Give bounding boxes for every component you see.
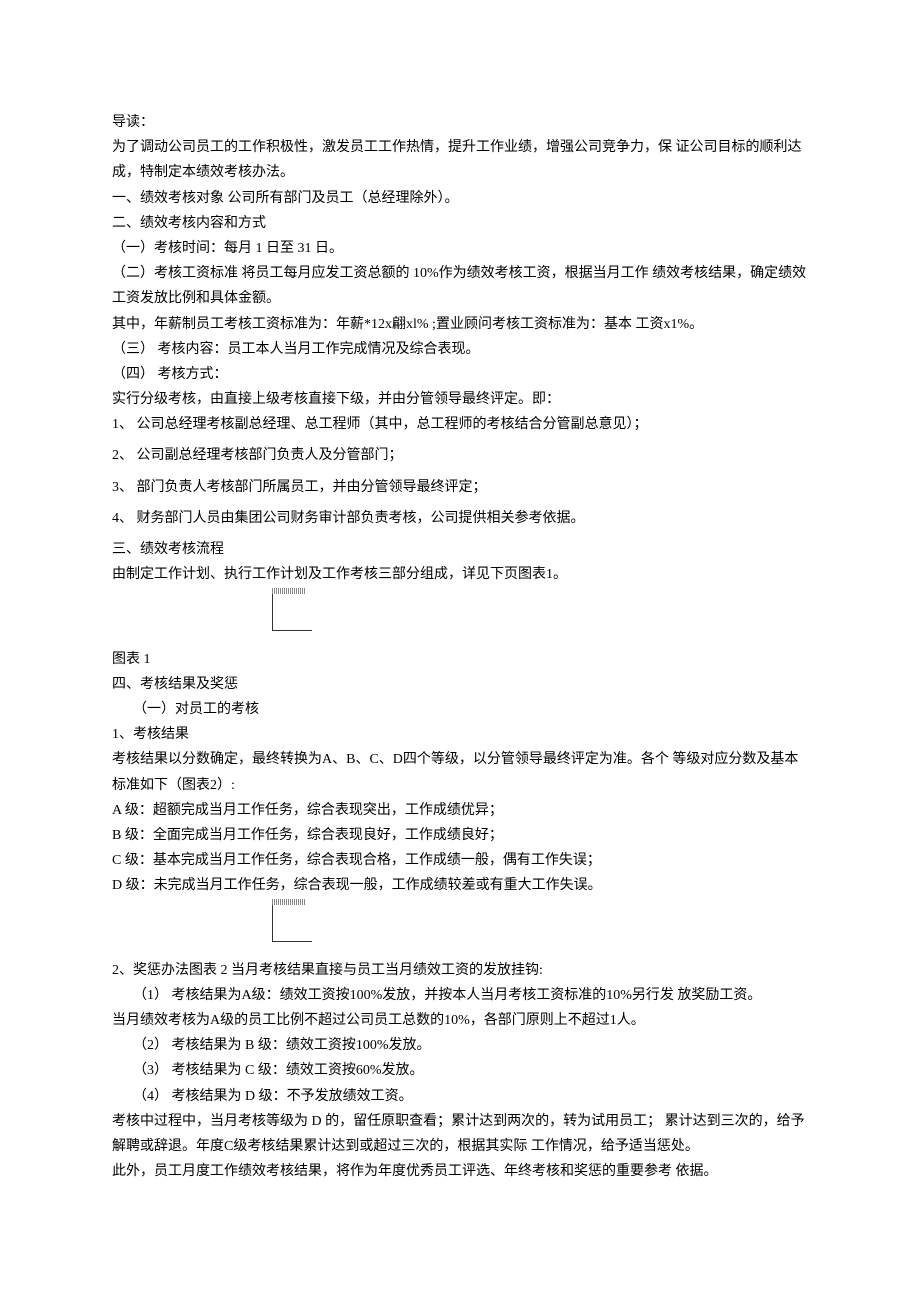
penalty-desc: 考核中过程中，当月考核等级为 D 的，留任原职查看；累计达到两次的，转为试用员工… [112, 1109, 808, 1159]
sub-4-1-2: 2、奖惩办法图表 2 当月考核结果直接与员工当月绩效工资的发放挂钩: [112, 958, 808, 983]
intro-text: 为了调动公司员工的工作积极性，激发员工工作热情，提升工作业绩，增强公司竞争力，保… [112, 135, 808, 185]
sub-2-2-note: 其中，年薪制员工考核工资标准为：年薪*12x翩xl% ;置业顾问考核工资标准为：… [112, 312, 808, 337]
sub-4-1: （一）对员工的考核 [112, 697, 808, 722]
sub-4-1-1-desc: 考核结果以分数确定，最终转换为A、B、C、D四个等级，以分管领导最终评定为准。各… [112, 747, 808, 797]
figure-2-placeholder [272, 900, 312, 942]
section-2: 二、绩效考核内容和方式 [112, 211, 808, 236]
grade-c: C 级：基本完成当月工作任务，综合表现合格，工作成绩一般，偶有工作失误； [112, 848, 808, 873]
sub-4-1-1: 1、考核结果 [112, 722, 808, 747]
grade-b: B 级：全面完成当月工作任务，综合表现良好，工作成绩良好； [112, 823, 808, 848]
section-3-desc: 由制定工作计划、执行工作计划及工作考核三部分组成，详见下页图表1。 [112, 562, 808, 587]
section-3: 三、绩效考核流程 [112, 537, 808, 562]
sub-2-4: （四） 考核方式： [112, 362, 808, 387]
reward-4: （4） 考核结果为 D 级：不予发放绩效工资。 [112, 1084, 808, 1109]
item-3: 3、 部门负责人考核部门所属员工，并由分管领导最终评定； [112, 475, 808, 500]
sub-2-4-desc: 实行分级考核，由直接上级考核直接下级，并由分管领导最终评定。即： [112, 387, 808, 412]
reward-1-note: 当月绩效考核为A级的员工比例不超过公司员工总数的10%，各部门原则上不超过1人。 [112, 1008, 808, 1033]
grade-d: D 级：未完成当月工作任务，综合表现一般，工作成绩较差或有重大工作失误。 [112, 873, 808, 898]
item-1: 1、 公司总经理考核副总经理、总工程师（其中，总工程师的考核结合分管副总意见）； [112, 412, 808, 437]
sub-2-3: （三） 考核内容：员工本人当月工作完成情况及综合表现。 [112, 337, 808, 362]
intro-label: 导读： [112, 110, 808, 135]
section-1: 一、绩效考核对象 公司所有部门及员工（总经理除外）。 [112, 186, 808, 211]
reward-2: （2） 考核结果为 B 级：绩效工资按100%发放。 [112, 1033, 808, 1058]
additional-note: 此外，员工月度工作绩效考核结果，将作为年度优秀员工评选、年终考核和奖惩的重要参考… [112, 1159, 808, 1184]
grade-a: A 级：超额完成当月工作任务，综合表现突出，工作成绩优异； [112, 798, 808, 823]
sub-2-1: （一）考核时间：每月 1 日至 31 日。 [112, 236, 808, 261]
reward-3: （3） 考核结果为 C 级：绩效工资按60%发放。 [112, 1058, 808, 1083]
figure-1-label: 图表 1 [112, 647, 808, 672]
reward-1: （1） 考核结果为A级：绩效工资按100%发放，并按本人当月考核工资标准的10%… [112, 983, 808, 1008]
figure-1-placeholder [272, 589, 312, 631]
item-4: 4、 财务部门人员由集团公司财务审计部负责考核，公司提供相关参考依据。 [112, 506, 808, 531]
item-2: 2、 公司副总经理考核部门负责人及分管部门； [112, 443, 808, 468]
sub-2-2: （二）考核工资标准 将员工每月应发工资总额的 10%作为绩效考核工资，根据当月工… [112, 261, 808, 311]
section-4: 四、考核结果及奖惩 [112, 672, 808, 697]
